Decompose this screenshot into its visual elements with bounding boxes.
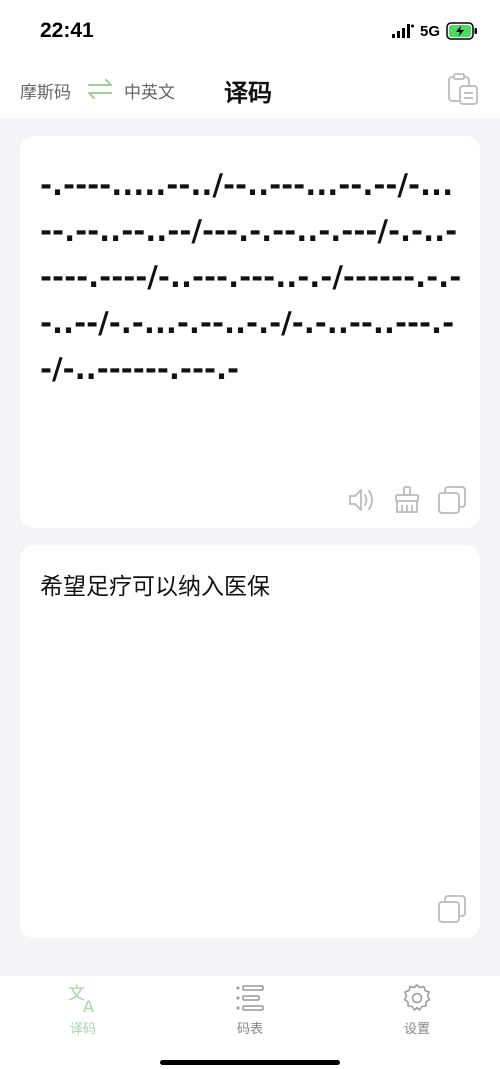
tab-label: 设置 <box>403 1022 430 1037</box>
code-table-icon <box>236 985 264 1011</box>
target-language-button[interactable]: 中英文 <box>124 78 175 103</box>
status-bar: 22:41 5G <box>0 0 500 60</box>
bottom-tab-bar: 文 A 译码 码表 设置 <box>0 976 500 1069</box>
network-type: 5G <box>419 22 440 40</box>
clear-broom-icon[interactable] <box>391 484 423 516</box>
battery-charging-icon <box>446 22 477 40</box>
translate-icon: 文 A <box>68 984 94 1014</box>
speaker-icon[interactable] <box>346 484 378 516</box>
tab-settings[interactable]: 设置 <box>377 982 457 1037</box>
tab-translate[interactable]: 文 A 译码 <box>43 982 123 1037</box>
translation-output-card: 希望足疗可以纳入医保 <box>20 545 480 938</box>
tab-code-table[interactable]: 码表 <box>210 982 290 1037</box>
home-indicator <box>160 1060 340 1065</box>
signal-icon <box>391 24 414 38</box>
tab-label: 译码 <box>69 1022 96 1037</box>
source-language-button[interactable]: 摩斯码 <box>20 78 71 103</box>
clipboard-paste-icon[interactable] <box>446 72 480 106</box>
tab-label: 码表 <box>236 1022 263 1037</box>
translation-result-text: 希望足疗可以纳入医保 <box>40 574 270 600</box>
svg-text:A: A <box>83 997 94 1014</box>
status-time: 22:41 <box>40 19 94 42</box>
top-bar: 摩斯码 中英文 译码 <box>0 60 500 118</box>
page-title: 译码 <box>224 79 272 107</box>
morse-input-text[interactable]: -.----.....--../--..---...--.--/-...--.-… <box>40 162 465 392</box>
copy-icon[interactable] <box>436 893 468 925</box>
swap-languages-icon[interactable] <box>86 77 114 101</box>
status-indicators: 5G <box>391 20 478 42</box>
settings-gear-icon <box>403 984 431 1011</box>
copy-icon[interactable] <box>436 484 468 516</box>
morse-input-card[interactable]: -.----.....--../--..---...--.--/-...--.-… <box>20 136 480 528</box>
